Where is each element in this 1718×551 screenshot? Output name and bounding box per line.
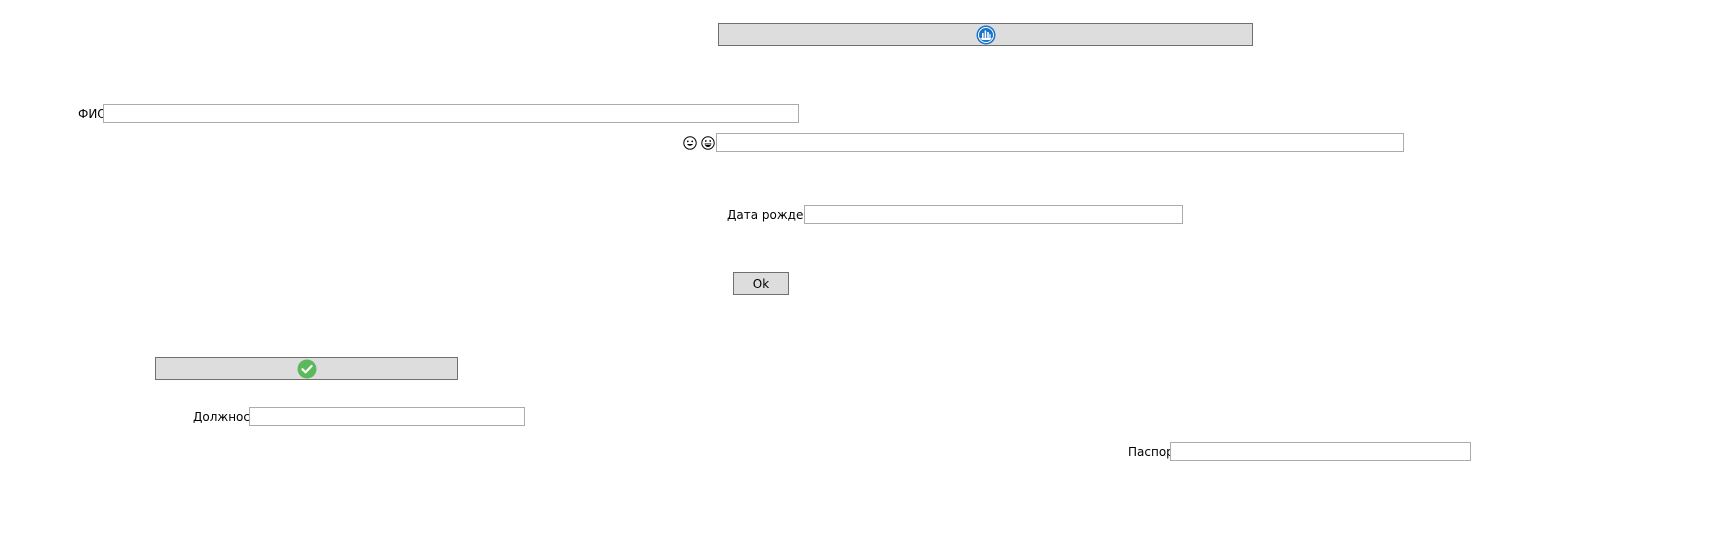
green-check-circle-icon xyxy=(297,359,317,379)
ok-button[interactable]: Ok xyxy=(733,272,789,295)
check-icon-button[interactable] xyxy=(155,357,458,380)
birth-date-input[interactable] xyxy=(804,205,1183,224)
emoji-row-input[interactable] xyxy=(716,133,1404,152)
fio-input[interactable] xyxy=(103,104,799,123)
position-input[interactable] xyxy=(249,407,525,426)
grin-emoji-icon[interactable] xyxy=(701,136,715,150)
passport-input[interactable] xyxy=(1170,442,1471,461)
ok-button-label: Ok xyxy=(752,276,770,291)
smile-emoji-icon[interactable] xyxy=(683,136,697,150)
top-icon-button[interactable] xyxy=(718,23,1253,46)
blue-circle-sailboat-icon xyxy=(976,25,996,45)
